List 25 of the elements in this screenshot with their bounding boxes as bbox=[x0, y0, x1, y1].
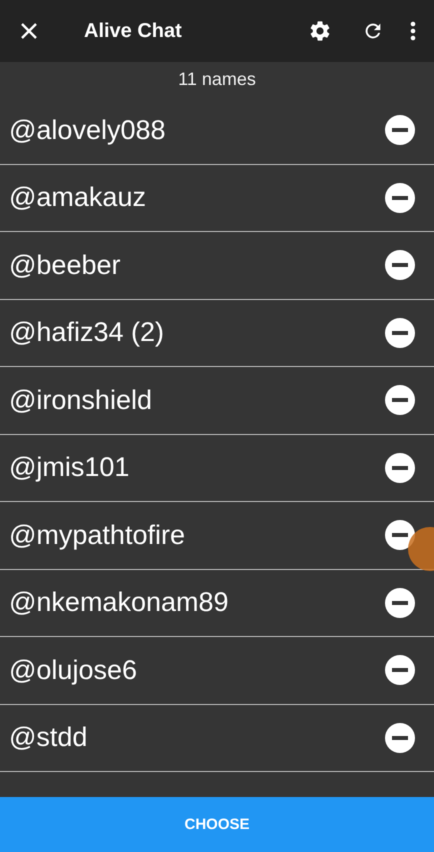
names-count: 11 names bbox=[178, 69, 256, 90]
settings-icon bbox=[308, 19, 332, 43]
remove-icon[interactable] bbox=[385, 115, 415, 146]
username: @mypathtofire bbox=[9, 520, 185, 551]
username: @olujose6 bbox=[9, 654, 137, 686]
window-title: Alive Chat bbox=[84, 20, 183, 42]
username: @hafiz34 (2) bbox=[9, 317, 164, 348]
remove-icon[interactable] bbox=[385, 588, 415, 618]
username: @stdd bbox=[9, 722, 88, 754]
remove-icon[interactable] bbox=[385, 318, 415, 348]
username: @ironshield bbox=[9, 384, 152, 416]
remove-icon[interactable] bbox=[385, 182, 415, 213]
username: @alovely088 bbox=[9, 114, 166, 146]
choose-button[interactable]: CHOOSE bbox=[0, 797, 434, 852]
remove-icon[interactable] bbox=[385, 250, 415, 280]
remove-icon[interactable] bbox=[385, 655, 415, 686]
more-icon bbox=[410, 21, 416, 41]
username: @beeber bbox=[9, 250, 120, 281]
remove-icon[interactable] bbox=[385, 722, 415, 753]
username: @amakauz bbox=[9, 182, 146, 214]
username: @jmis101 bbox=[9, 452, 130, 484]
username: @nkemakonam89 bbox=[9, 587, 229, 618]
remove-icon[interactable] bbox=[385, 385, 415, 416]
close-icon bbox=[20, 22, 38, 40]
remove-icon[interactable] bbox=[385, 452, 415, 483]
